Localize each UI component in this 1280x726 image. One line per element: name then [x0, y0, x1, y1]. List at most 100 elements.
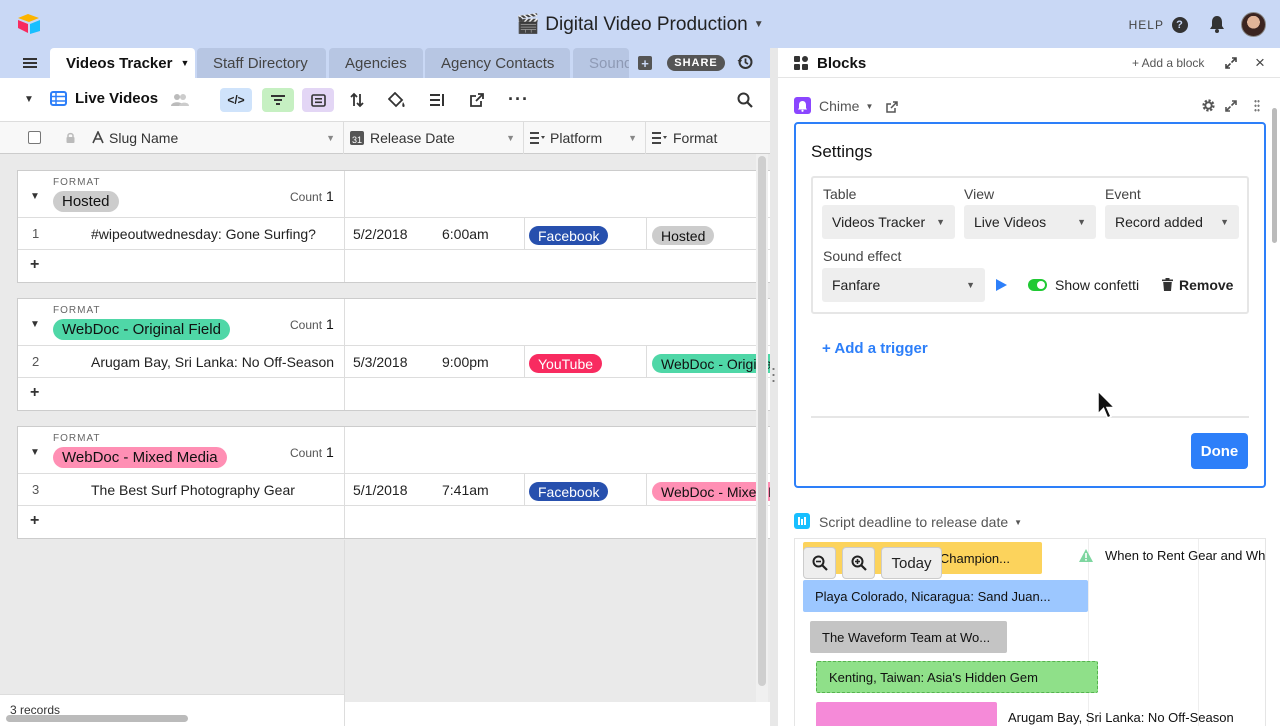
column-divider	[344, 694, 345, 726]
today-button[interactable]: Today	[881, 547, 942, 579]
table-row[interactable]: 2 Arugam Bay, Sri Lanka: No Off-Season 5…	[18, 346, 777, 378]
drag-handle-icon[interactable]	[1254, 99, 1260, 113]
timeline-block-name[interactable]: Script deadline to release date ▼	[819, 514, 1022, 530]
chevron-down-icon[interactable]: ▼	[180, 58, 189, 68]
gear-icon[interactable]	[1201, 98, 1216, 113]
time-cell[interactable]: 7:41am	[442, 482, 489, 498]
timeline-bar[interactable]: Kenting, Taiwan: Asia's Hidden Gem	[816, 661, 1098, 693]
chevron-down-icon: ▼	[753, 18, 764, 30]
table-row[interactable]: 3 The Best Surf Photography Gear 5/1/201…	[18, 474, 777, 506]
base-title-button[interactable]: 🎬 Digital Video Production ▼	[516, 12, 763, 36]
add-record-icon[interactable]: +	[30, 384, 39, 402]
expand-icon[interactable]	[1225, 57, 1237, 69]
tab-sound[interactable]: Sound	[573, 48, 629, 78]
date-cell[interactable]: 5/1/2018	[353, 482, 408, 498]
zoom-out-button[interactable]	[803, 547, 836, 579]
horizontal-scrollbar[interactable]	[6, 715, 188, 722]
bell-icon[interactable]	[1209, 15, 1225, 33]
hamburger-menu-icon[interactable]	[22, 56, 38, 70]
share-view-icon[interactable]	[469, 92, 485, 108]
tab-staff-directory[interactable]: Staff Directory	[197, 48, 326, 78]
drag-handle-icon[interactable]	[772, 366, 775, 386]
share-button[interactable]: SHARE	[667, 55, 725, 71]
timeline-bar[interactable]: Playa Colorado, Nicaragua: Sand Juan...	[803, 580, 1088, 612]
collapse-group-icon[interactable]: ▼	[30, 319, 40, 330]
timeline-bar[interactable]	[816, 702, 997, 726]
column-header-slug-name[interactable]: Slug Name ▼	[0, 122, 344, 154]
history-icon[interactable]	[737, 54, 753, 70]
time-cell[interactable]: 9:00pm	[442, 354, 489, 370]
tab-agencies[interactable]: Agencies	[329, 48, 423, 78]
date-cell[interactable]: 5/2/2018	[353, 226, 408, 242]
user-avatar[interactable]	[1241, 12, 1266, 37]
collapse-group-icon[interactable]: ▼	[30, 447, 40, 458]
event-select[interactable]: Record added ▼	[1105, 205, 1239, 239]
add-table-button[interactable]: +	[638, 56, 652, 71]
paint-bucket-icon[interactable]	[388, 92, 406, 108]
event-value: Record added	[1115, 214, 1203, 230]
collapse-group-icon[interactable]: ▼	[30, 191, 40, 202]
trash-icon[interactable]	[1162, 278, 1173, 291]
zoom-in-button[interactable]	[842, 547, 875, 579]
tab-agency-contacts[interactable]: Agency Contacts	[425, 48, 570, 78]
column-header-format[interactable]: Format	[646, 122, 770, 154]
expand-icon[interactable]	[1225, 100, 1237, 112]
column-divider	[344, 540, 345, 702]
confetti-toggle[interactable]	[1028, 279, 1047, 291]
open-external-icon[interactable]	[886, 101, 898, 113]
close-icon[interactable]: ×	[1255, 53, 1265, 73]
platform-chip[interactable]: Facebook	[529, 226, 609, 245]
add-record-icon[interactable]: +	[30, 512, 39, 530]
tab-videos-tracker[interactable]: Videos Tracker ▼	[50, 48, 195, 78]
code-icon: </>	[227, 93, 245, 107]
add-record-row[interactable]: +	[18, 378, 772, 410]
search-icon[interactable]	[737, 92, 753, 108]
hide-fields-button[interactable]: </>	[220, 88, 252, 112]
panel-scrollbar[interactable]	[1272, 108, 1277, 243]
more-options-icon[interactable]: ···	[508, 89, 529, 110]
sound-effect-select[interactable]: Fanfare ▼	[822, 268, 985, 302]
add-record-row[interactable]: +	[18, 250, 772, 282]
add-block-button[interactable]: + Add a block	[1132, 56, 1204, 70]
done-button[interactable]: Done	[1191, 433, 1248, 469]
play-icon[interactable]	[996, 279, 1007, 291]
view-switcher[interactable]: Live Videos	[50, 90, 158, 107]
select-all-checkbox[interactable]	[28, 131, 41, 144]
timeline-bar-label: Arugam Bay, Sri Lanka: No Off-Season	[1008, 710, 1234, 725]
airtable-logo-icon[interactable]	[17, 13, 41, 35]
chime-block-name[interactable]: Chime ▼	[819, 98, 873, 114]
collaborative-view-icon[interactable]	[171, 93, 189, 107]
vertical-scrollbar[interactable]	[758, 156, 766, 686]
chevron-down-icon[interactable]: ▼	[506, 133, 515, 143]
time-cell[interactable]: 6:00am	[442, 226, 489, 242]
column-header-platform[interactable]: Platform ▼	[524, 122, 646, 154]
sort-icon[interactable]	[350, 92, 364, 108]
add-record-icon[interactable]: +	[30, 256, 39, 274]
add-trigger-button[interactable]: + Add a trigger	[822, 340, 928, 357]
platform-chip[interactable]: Facebook	[529, 482, 609, 501]
platform-chip[interactable]: YouTube	[529, 354, 603, 373]
collapse-sidebar-icon[interactable]: ▼	[24, 94, 34, 105]
chevron-down-icon[interactable]: ▼	[326, 133, 335, 143]
row-height-icon[interactable]	[429, 93, 445, 107]
table-select[interactable]: Videos Tracker ▼	[822, 205, 955, 239]
date-cell[interactable]: 5/3/2018	[353, 354, 408, 370]
base-title-wrapper: 🎬 Digital Video Production ▼	[0, 12, 1280, 36]
chevron-down-icon[interactable]: ▼	[628, 133, 637, 143]
count-label: Count	[290, 190, 323, 204]
timeline-bar[interactable]: The Waveform Team at Wo...	[810, 621, 1007, 653]
panel-splitter[interactable]	[770, 48, 778, 726]
filter-button[interactable]	[262, 88, 294, 112]
add-record-row[interactable]: +	[18, 506, 772, 538]
slug-cell[interactable]: #wipeoutwednesday: Gone Surfing?	[91, 226, 316, 242]
format-chip[interactable]: Hosted	[652, 226, 715, 245]
help-button[interactable]: HELP ?	[1129, 17, 1188, 33]
slug-cell[interactable]: The Best Surf Photography Gear	[91, 482, 295, 498]
remove-button[interactable]: Remove	[1179, 277, 1233, 293]
group-button[interactable]	[302, 88, 334, 112]
slug-cell[interactable]: Arugam Bay, Sri Lanka: No Off-Season	[91, 354, 334, 370]
view-select[interactable]: Live Videos ▼	[964, 205, 1096, 239]
table-row[interactable]: 1 #wipeoutwednesday: Gone Surfing? 5/2/2…	[18, 218, 772, 250]
settings-title: Settings	[811, 142, 873, 161]
column-header-release-date[interactable]: 31 Release Date ▼	[344, 122, 524, 154]
